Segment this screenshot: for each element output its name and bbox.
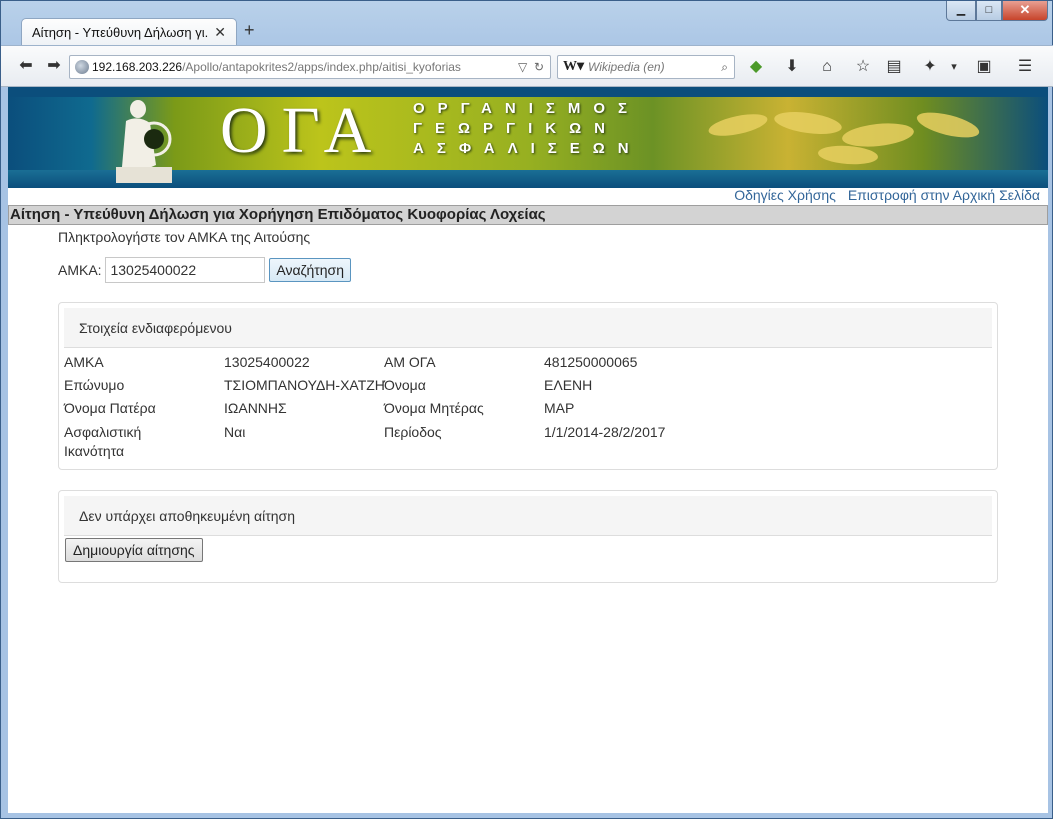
amka-label-cell: ΑΜΚΑ <box>64 354 104 370</box>
close-window-button[interactable]: ✕ <box>1002 1 1048 21</box>
help-link[interactable]: Οδηγίες Χρήσης <box>734 187 836 203</box>
page-viewport: ΟΓΑ ΟΡΓΑΝΙΣΜΟΣ ΓΕΩΡΓΙΚΩΝ ΑΣΦΑΛΙΣΕΩΝ Οδηγ… <box>8 87 1048 813</box>
bookmark-star-icon[interactable]: ☆ <box>852 56 874 78</box>
search-icon[interactable]: ⌕ <box>721 56 728 78</box>
browser-tab[interactable]: Αίτηση - Υπεύθυνη Δήλωση γι... ✕ <box>21 18 237 46</box>
father-value-cell: ΙΩΑΝΝΗΣ <box>224 400 287 416</box>
name-label-cell: Όνομα <box>384 377 426 393</box>
wheat-icon <box>708 112 980 165</box>
url-bar[interactable]: 192.168.203.226/Apollo/antapokrites2/app… <box>69 55 551 79</box>
reading-list-icon[interactable]: ▤ <box>883 56 905 78</box>
site-identity-icon[interactable] <box>75 60 89 74</box>
tab-close-icon[interactable]: ✕ <box>214 24 226 41</box>
amka-prompt: Πληκτρολογήστε τον ΑΜΚΑ της Αιτούσης <box>58 229 311 245</box>
amka-input[interactable] <box>105 257 266 283</box>
nav-toolbar: ⬅ ➡ 192.168.203.226/Apollo/antapokrites2… <box>1 45 1053 87</box>
statue-logo-icon <box>116 100 172 183</box>
org-name: ΟΡΓΑΝΙΣΜΟΣ ΓΕΩΡΓΙΚΩΝ ΑΣΦΑΛΙΣΕΩΝ <box>413 99 642 159</box>
surname-label-cell: Επώνυμο <box>64 377 125 393</box>
maximize-button[interactable]: □ <box>976 1 1002 21</box>
am-oga-value-cell: 481250000065 <box>544 354 638 370</box>
insurance-value-cell: Ναι <box>224 424 246 440</box>
url-path: /Apollo/antapokrites2/apps/index.php/ait… <box>182 60 461 74</box>
back-icon[interactable]: ⬅ <box>15 55 37 77</box>
father-label-cell: Όνομα Πατέρα <box>64 400 156 416</box>
top-links: Οδηγίες Χρήσης Επιστροφή στην Αρχική Σελ… <box>726 187 1040 203</box>
org-line-3: ΑΣΦΑΛΙΣΕΩΝ <box>413 140 642 157</box>
new-tab-icon[interactable]: + <box>244 20 255 41</box>
maximize-icon: □ <box>985 4 993 16</box>
tab-strip: Αίτηση - Υπεύθυνη Δήλωση γι... ✕ + ▁ □ ✕ <box>1 1 1053 46</box>
surname-value-cell: ΤΣΙΟΜΠΑΝΟΥΔΗ-ΧΑΤΖΗ <box>224 377 385 393</box>
url-host: 192.168.203.226 <box>92 60 183 74</box>
mother-label-cell: Όνομα Μητέρας <box>384 400 484 416</box>
details-heading: Στοιχεία ενδιαφερόμενου <box>64 308 992 348</box>
menu-icon[interactable]: ☰ <box>1014 56 1036 78</box>
create-application-button[interactable]: Δημιουργία αίτησης <box>65 538 203 562</box>
forward-icon[interactable]: ➡ <box>43 55 65 77</box>
page-title: Αίτηση - Υπεύθυνη Δήλωση για Χορήγηση Επ… <box>8 205 1048 225</box>
minimize-icon: ▁ <box>956 4 966 16</box>
org-line-1: ΟΡΓΑΝΙΣΜΟΣ <box>413 100 641 117</box>
application-heading: Δεν υπάρχει αποθηκευμένη αίτηση <box>64 496 992 536</box>
insurance-label-cell: Ασφαλιστική Ικανότητα <box>64 424 142 459</box>
home-link[interactable]: Επιστροφή στην Αρχική Σελίδα <box>848 187 1040 203</box>
addon-icon[interactable]: ◆ <box>745 56 767 78</box>
mother-value-cell: ΜΑΡ <box>544 400 575 416</box>
site-banner: ΟΓΑ ΟΡΓΑΝΙΣΜΟΣ ΓΕΩΡΓΙΚΩΝ ΑΣΦΑΛΙΣΕΩΝ <box>8 87 1048 188</box>
wikipedia-icon[interactable]: W▾ <box>563 56 584 78</box>
home-icon[interactable]: ⌂ <box>816 56 838 78</box>
search-bar[interactable]: W▾ Wikipedia (en) ⌕ <box>557 55 735 79</box>
download-icon[interactable]: ⬇ <box>781 56 803 78</box>
amka-value-cell: 13025400022 <box>224 354 310 370</box>
name-value-cell: ΕΛΕΝΗ <box>544 377 593 393</box>
close-icon: ✕ <box>1019 2 1031 17</box>
search-placeholder: Wikipedia (en) <box>588 60 665 74</box>
details-panel: Στοιχεία ενδιαφερόμενου ΑΜΚΑ 13025400022… <box>58 302 998 470</box>
tab-title: Αίτηση - Υπεύθυνη Δήλωση γι... <box>32 25 208 40</box>
period-value-cell: 1/1/2014-28/2/2017 <box>544 424 666 440</box>
oga-logo: ΟΓΑ <box>220 94 386 167</box>
application-panel: Δεν υπάρχει αποθηκευμένη αίτηση Δημιουργ… <box>58 490 998 583</box>
amka-search-row: ΑΜΚΑ: Αναζήτηση <box>58 257 351 283</box>
search-button[interactable]: Αναζήτηση <box>269 258 351 282</box>
reload-icon[interactable]: ↻ <box>534 60 544 74</box>
period-label-cell: Περίοδος <box>384 424 442 440</box>
amka-label: ΑΜΚΑ: <box>58 262 102 278</box>
minimize-button[interactable]: ▁ <box>946 1 976 21</box>
browser-window: Αίτηση - Υπεύθυνη Δήλωση γι... ✕ + ▁ □ ✕… <box>0 0 1053 819</box>
org-line-2: ΓΕΩΡΓΙΚΩΝ <box>413 120 618 137</box>
screenshot-icon[interactable]: ▣ <box>973 56 995 78</box>
extension-icon[interactable]: ✦ <box>919 56 941 78</box>
extension-menu-icon[interactable]: ▾ <box>943 56 965 78</box>
am-oga-label-cell: ΑΜ ΟΓΑ <box>384 354 436 370</box>
dropdown-arrow-icon[interactable]: ▽ <box>518 60 527 74</box>
